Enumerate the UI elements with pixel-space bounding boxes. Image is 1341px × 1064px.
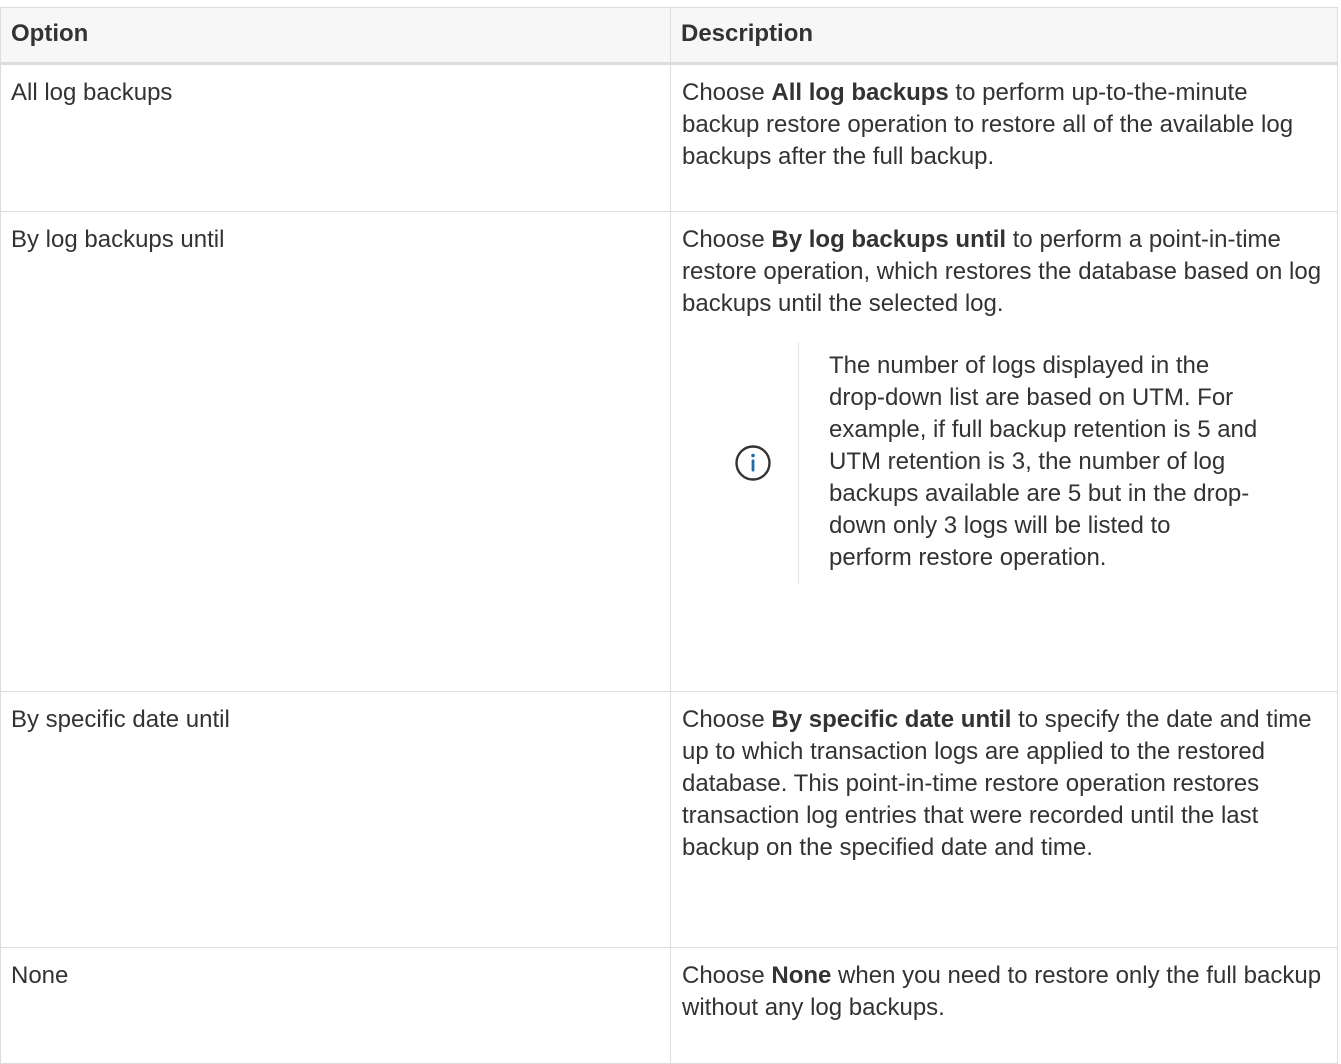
description-bold: By specific date until	[771, 706, 1012, 733]
description-bold: By log backups until	[771, 226, 1007, 253]
header-option: Option	[0, 7, 671, 65]
description-cell: Choose By specific date until to specify…	[670, 691, 1338, 948]
description-cell: Choose None when you need to restore onl…	[670, 947, 1338, 1064]
table-row: By specific date until Choose By specifi…	[0, 691, 1338, 948]
description-cell: Choose All log backups to perform up-to-…	[670, 63, 1338, 212]
option-cell: All log backups	[0, 63, 671, 212]
description-cell: Choose By log backups until to perform a…	[670, 211, 1338, 692]
note-admonition: The number of logs displayed in the drop…	[708, 342, 1329, 584]
description-bold: All log backups	[771, 79, 949, 106]
table-row: All log backups Choose All log backups t…	[0, 63, 1338, 212]
option-cell: None	[0, 947, 671, 1064]
description-text: Choose	[682, 706, 772, 733]
options-table: Option Description All log backups Choos…	[0, 7, 1338, 1064]
description-text: Choose	[682, 79, 772, 106]
option-cell: By specific date until	[0, 691, 671, 948]
table-row: By log backups until Choose By log backu…	[0, 211, 1338, 692]
header-description: Description	[670, 7, 1338, 65]
note-text: The number of logs displayed in the drop…	[798, 342, 1259, 584]
table-header-row: Option Description	[0, 7, 1338, 65]
description-text: Choose	[682, 962, 772, 989]
info-icon	[734, 444, 772, 482]
option-cell: By log backups until	[0, 211, 671, 692]
description-text: Choose	[682, 226, 772, 253]
description-bold: None	[771, 962, 832, 989]
description-paragraph: Choose By log backups until to perform a…	[682, 224, 1329, 320]
table-row: None Choose None when you need to restor…	[0, 947, 1338, 1064]
